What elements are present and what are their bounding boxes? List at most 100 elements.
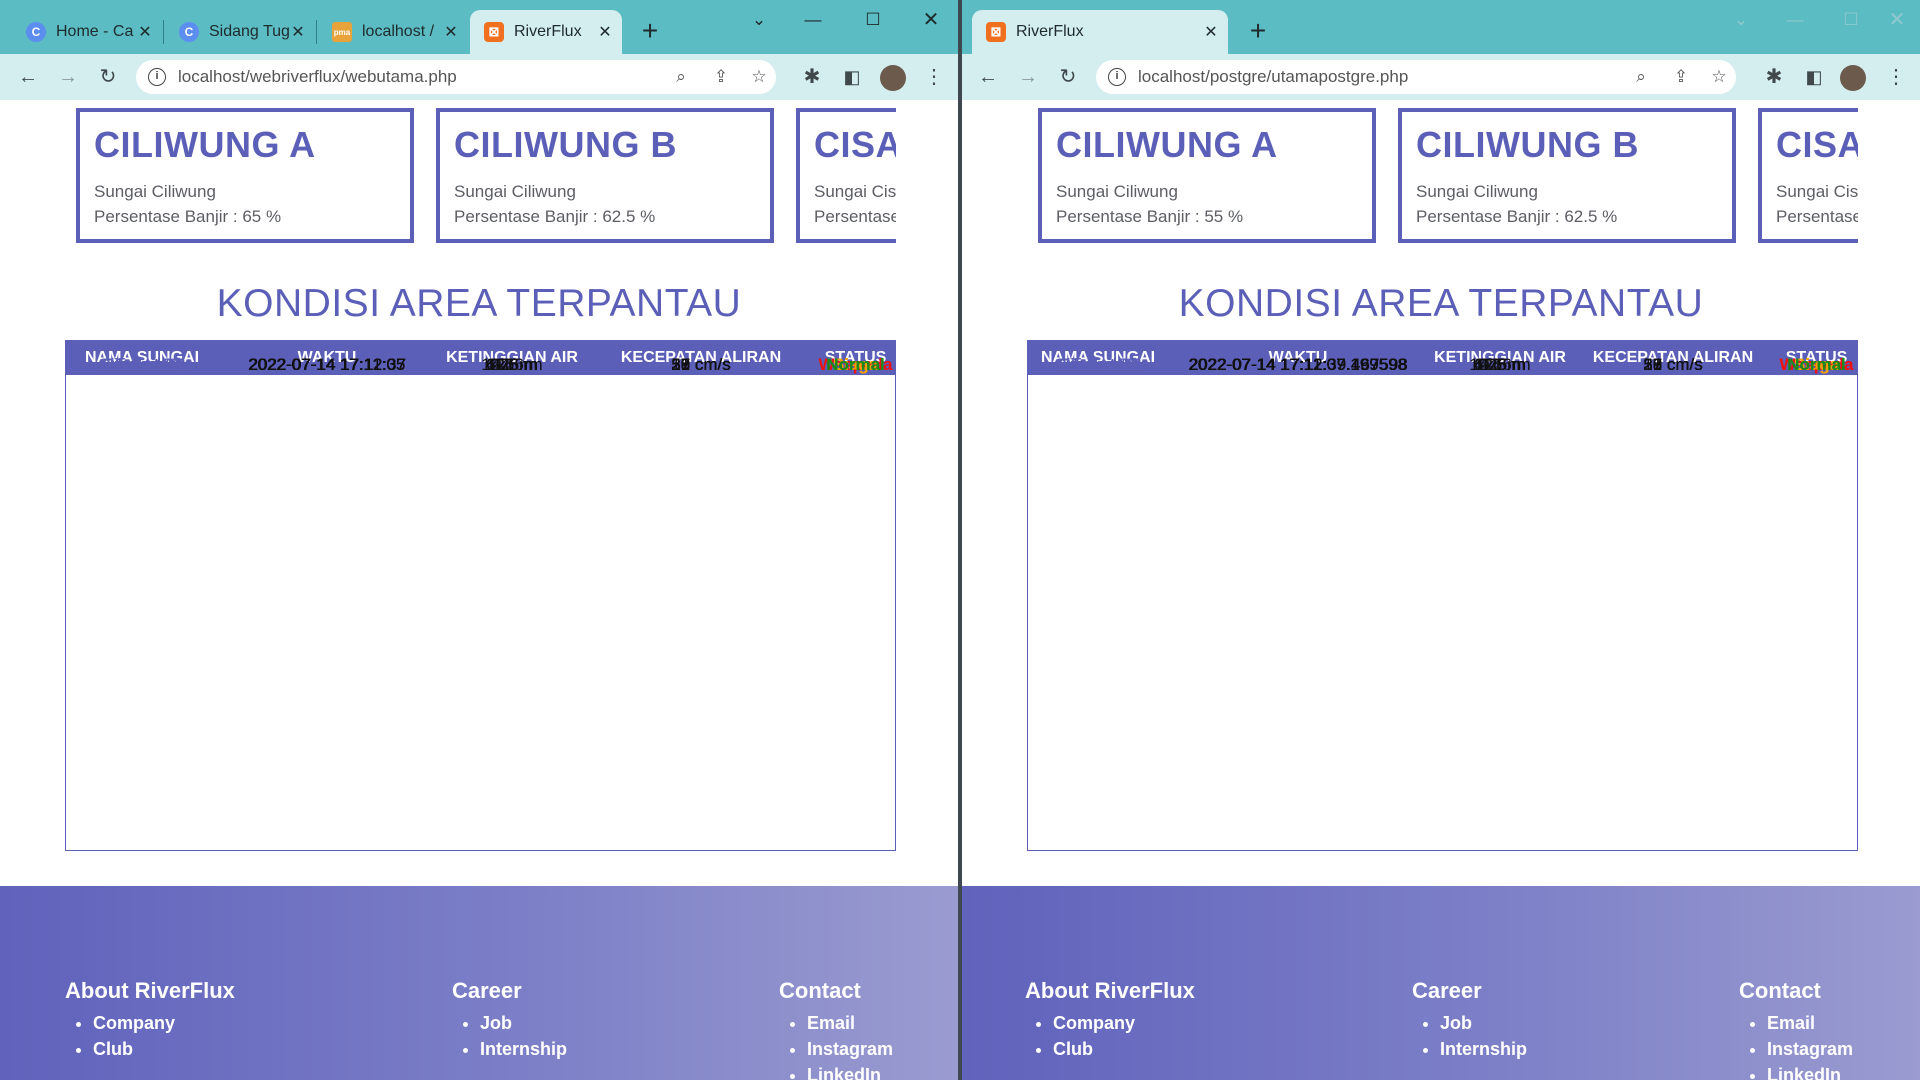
tab-title: RiverFlux xyxy=(1016,23,1084,40)
tab-strip: ⊠ RiverFlux ✕ + ⌄ — ☐ ✕ xyxy=(962,0,1920,54)
close-window-icon[interactable]: ✕ xyxy=(1874,6,1920,34)
address-bar[interactable]: i localhost/postgre/utamapostgre.php ⌕ ⇪… xyxy=(1096,60,1736,94)
close-tab-icon[interactable]: ✕ xyxy=(596,22,614,42)
footer-link-internship[interactable]: Internship xyxy=(480,1036,567,1062)
maximize-icon[interactable]: ☐ xyxy=(850,6,896,34)
tab-sidang[interactable]: C Sidang Tug ✕ xyxy=(165,10,315,54)
tab-phpmyadmin[interactable]: pma localhost / ✕ xyxy=(318,10,468,54)
sensor-card[interactable]: CILIWUNG A Sungai Ciliwung Persentase Ba… xyxy=(1038,108,1376,243)
close-tab-icon[interactable]: ✕ xyxy=(289,22,307,42)
footer-col-about: About RiverFlux Company Club xyxy=(1025,978,1195,1062)
cell-water-height: 11.8 m xyxy=(486,355,538,374)
new-tab-icon[interactable]: + xyxy=(632,14,668,50)
footer-link-club[interactable]: Club xyxy=(1053,1036,1195,1062)
footer-col-career: Career Job Internship xyxy=(452,978,567,1062)
table-row xyxy=(1028,708,1857,756)
footer-heading: About RiverFlux xyxy=(65,978,235,1003)
new-tab-icon[interactable]: + xyxy=(1240,14,1276,50)
footer-link-email[interactable]: Email xyxy=(1767,1010,1853,1036)
footer-heading: About RiverFlux xyxy=(1025,978,1195,1003)
footer-link-club[interactable]: Club xyxy=(93,1036,235,1062)
avatar[interactable] xyxy=(1840,65,1866,91)
footer-heading: Contact xyxy=(779,978,861,1003)
reload-icon[interactable]: ↻ xyxy=(92,61,124,93)
sensor-card[interactable]: CILIWUNG A Sungai Ciliwung Persentase Ba… xyxy=(76,108,414,243)
card-river: Sungai Ciliwung xyxy=(1416,182,1538,201)
monitoring-table: NAMA SUNGAI WAKTU KETINGGIAN AIR KECEPAT… xyxy=(1027,340,1858,851)
close-tab-icon[interactable]: ✕ xyxy=(442,22,460,42)
table-row xyxy=(1028,660,1857,708)
card-river: Sungai Ciliwung xyxy=(94,182,216,201)
side-panel-icon[interactable]: ◧ xyxy=(836,61,868,93)
monitoring-table: NAMA SUNGAI WAKTU KETINGGIAN AIR KECEPAT… xyxy=(65,340,896,851)
reload-icon[interactable]: ↻ xyxy=(1052,61,1084,93)
zoom-icon[interactable]: ⌕ xyxy=(666,62,696,92)
footer-link-instagram[interactable]: Instagram xyxy=(807,1036,893,1062)
side-panel-icon[interactable]: ◧ xyxy=(1798,61,1830,93)
address-bar[interactable]: i localhost/webriverflux/webutama.php ⌕ … xyxy=(136,60,776,94)
info-icon[interactable]: i xyxy=(148,68,166,86)
footer-link-internship[interactable]: Internship xyxy=(1440,1036,1527,1062)
tab-riverflux-active[interactable]: ⊠ RiverFlux ✕ xyxy=(470,10,622,54)
table-row xyxy=(66,708,895,756)
close-tab-icon[interactable]: ✕ xyxy=(136,22,154,42)
table-row xyxy=(1028,470,1857,518)
sensor-card[interactable]: CISADANE A Sungai Cisadane Persentase Ba… xyxy=(1758,108,1858,243)
tab-strip: C Home - Ca ✕ C Sidang Tug ✕ pma localho… xyxy=(0,0,958,54)
tab-riverflux-active[interactable]: ⊠ RiverFlux ✕ xyxy=(972,10,1228,54)
tab-search-chevron-icon[interactable]: ⌄ xyxy=(736,6,782,34)
table-row xyxy=(1028,803,1857,851)
share-icon[interactable]: ⇪ xyxy=(706,62,736,92)
card-percentage: Persentase Banjir : 62.5 % xyxy=(454,207,656,226)
star-icon[interactable]: ☆ xyxy=(744,62,774,92)
table-row xyxy=(66,470,895,518)
footer-link-job[interactable]: Job xyxy=(480,1010,567,1036)
xampp-favicon-icon: ⊠ xyxy=(484,22,504,42)
maximize-icon[interactable]: ☐ xyxy=(1828,6,1874,34)
info-icon[interactable]: i xyxy=(1108,68,1126,86)
sensor-card[interactable]: CILIWUNG B Sungai Ciliwung Persentase Ba… xyxy=(1398,108,1736,243)
zoom-icon[interactable]: ⌕ xyxy=(1626,62,1656,92)
arrow-left-icon[interactable]: ← xyxy=(12,61,44,93)
footer-link-job[interactable]: Job xyxy=(1440,1010,1527,1036)
xampp-favicon-icon: ⊠ xyxy=(986,22,1006,42)
url-text[interactable]: localhost/webriverflux/webutama.php xyxy=(178,60,457,94)
sensor-card[interactable]: CILIWUNG B Sungai Ciliwung Persentase Ba… xyxy=(436,108,774,243)
tab-home[interactable]: C Home - Ca ✕ xyxy=(12,10,162,54)
footer: About RiverFlux Company Club Career Job … xyxy=(962,886,1920,1080)
table-row xyxy=(1028,565,1857,613)
avatar[interactable] xyxy=(880,65,906,91)
browser-window-right: ⊠ RiverFlux ✕ + ⌄ — ☐ ✕ ← → ↻ i localhos… xyxy=(962,0,1920,1080)
star-icon[interactable]: ☆ xyxy=(1704,62,1734,92)
footer-link-company[interactable]: Company xyxy=(1053,1010,1195,1036)
footer-link-instagram[interactable]: Instagram xyxy=(1767,1036,1853,1062)
browser-window-left: C Home - Ca ✕ C Sidang Tug ✕ pma localho… xyxy=(0,0,958,1080)
kebab-menu-icon[interactable]: ⋮ xyxy=(1880,61,1912,93)
close-tab-icon[interactable]: ✕ xyxy=(1202,22,1220,42)
table-row xyxy=(66,423,895,471)
puzzle-icon[interactable]: ✱ xyxy=(1758,61,1790,93)
minimize-icon[interactable]: — xyxy=(1772,6,1818,34)
footer-heading: Career xyxy=(1412,978,1482,1003)
tab-search-chevron-icon[interactable]: ⌄ xyxy=(1718,6,1764,34)
cell-time: 2022-07-14 17:11:07.199598 xyxy=(1188,355,1408,374)
card-title: CILIWUNG B xyxy=(454,124,677,165)
footer-link-linkedin[interactable]: LinkedIn xyxy=(807,1062,893,1080)
share-icon[interactable]: ⇪ xyxy=(1666,62,1696,92)
minimize-icon[interactable]: — xyxy=(790,6,836,34)
cell-water-height: 11.8 m xyxy=(1474,355,1526,374)
card-title: CISADANE A xyxy=(1776,124,1858,165)
kebab-menu-icon[interactable]: ⋮ xyxy=(918,61,950,93)
url-text[interactable]: localhost/postgre/utamapostgre.php xyxy=(1138,60,1408,94)
arrow-left-icon[interactable]: ← xyxy=(972,61,1004,93)
card-percentage: Persentase Banjir xyxy=(814,207,896,226)
arrow-right-icon[interactable]: → xyxy=(1012,61,1044,93)
footer-link-company[interactable]: Company xyxy=(93,1010,235,1036)
puzzle-icon[interactable]: ✱ xyxy=(796,61,828,93)
sensor-card[interactable]: CISADANE A Sungai Cisadane Persentase Ba… xyxy=(796,108,896,243)
arrow-right-icon[interactable]: → xyxy=(52,61,84,93)
footer-link-linkedin[interactable]: LinkedIn xyxy=(1767,1062,1853,1080)
footer-link-email[interactable]: Email xyxy=(807,1010,893,1036)
close-window-icon[interactable]: ✕ xyxy=(908,6,954,34)
tab-title: Sidang Tug xyxy=(209,23,289,40)
